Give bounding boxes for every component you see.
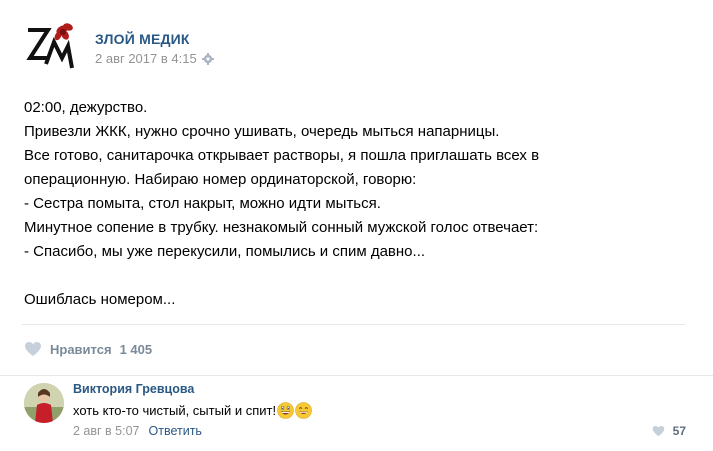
comment: Виктория Гревцова хоть кто-то чистый, сы… (24, 380, 694, 446)
post-author[interactable]: ЗЛОЙ МЕДИК (95, 31, 190, 47)
like-button[interactable]: Нравится 1 405 (24, 339, 152, 359)
zm-logo-icon[interactable] (22, 18, 78, 74)
grinning-face-icon (277, 402, 294, 419)
post-text-line: 02:00, дежурство. (24, 99, 148, 116)
post-text: 02:00, дежурство. Привезли ЖКК, нужно ср… (24, 96, 674, 312)
post-divider (22, 324, 685, 325)
smiling-face-icon (295, 402, 312, 419)
gear-icon[interactable] (201, 52, 214, 65)
avatar[interactable] (24, 383, 64, 423)
comment-text-content: хоть кто-то чистый, сытый и спит! (73, 403, 277, 418)
comment-author[interactable]: Виктория Гревцова (73, 382, 194, 396)
reply-button[interactable]: Ответить (149, 424, 202, 438)
post-text-line (24, 264, 674, 288)
post-text-line: операционную. Набираю номер ординаторско… (24, 171, 417, 188)
comment-text: хоть кто-то чистый, сытый и спит! (73, 402, 312, 419)
post-text-line: - Сестра помыта, стол накрыт, можно идти… (24, 195, 381, 212)
heart-icon (24, 341, 42, 357)
heart-icon (652, 425, 665, 437)
post-text-line: Все готово, санитарочка открывает раство… (24, 147, 540, 164)
comment-footer: 2 авг в 5:07 Ответить (73, 424, 202, 438)
post-text-line: Привезли ЖКК, нужно срочно ушивать, очер… (24, 123, 500, 140)
like-count: 1 405 (119, 341, 153, 357)
post-meta: 2 авг 2017 в 4:15 (95, 51, 214, 66)
post-text-line: Минутное сопение в трубку. незнакомый со… (24, 219, 539, 236)
comment-date[interactable]: 2 авг в 5:07 (73, 424, 140, 438)
post-text-line: Ошиблась номером... (24, 291, 176, 308)
like-label: Нравится (50, 341, 112, 357)
comment-like-button[interactable]: 57 (652, 424, 686, 438)
post-text-line: - Спасибо, мы уже перекусили, помылись и… (24, 243, 426, 260)
post-header: ЗЛОЙ МЕДИК 2 авг 2017 в 4:15 (22, 18, 682, 74)
comment-like-count: 57 (672, 424, 686, 438)
comments-divider (0, 375, 713, 376)
post-date[interactable]: 2 авг 2017 в 4:15 (95, 51, 197, 66)
